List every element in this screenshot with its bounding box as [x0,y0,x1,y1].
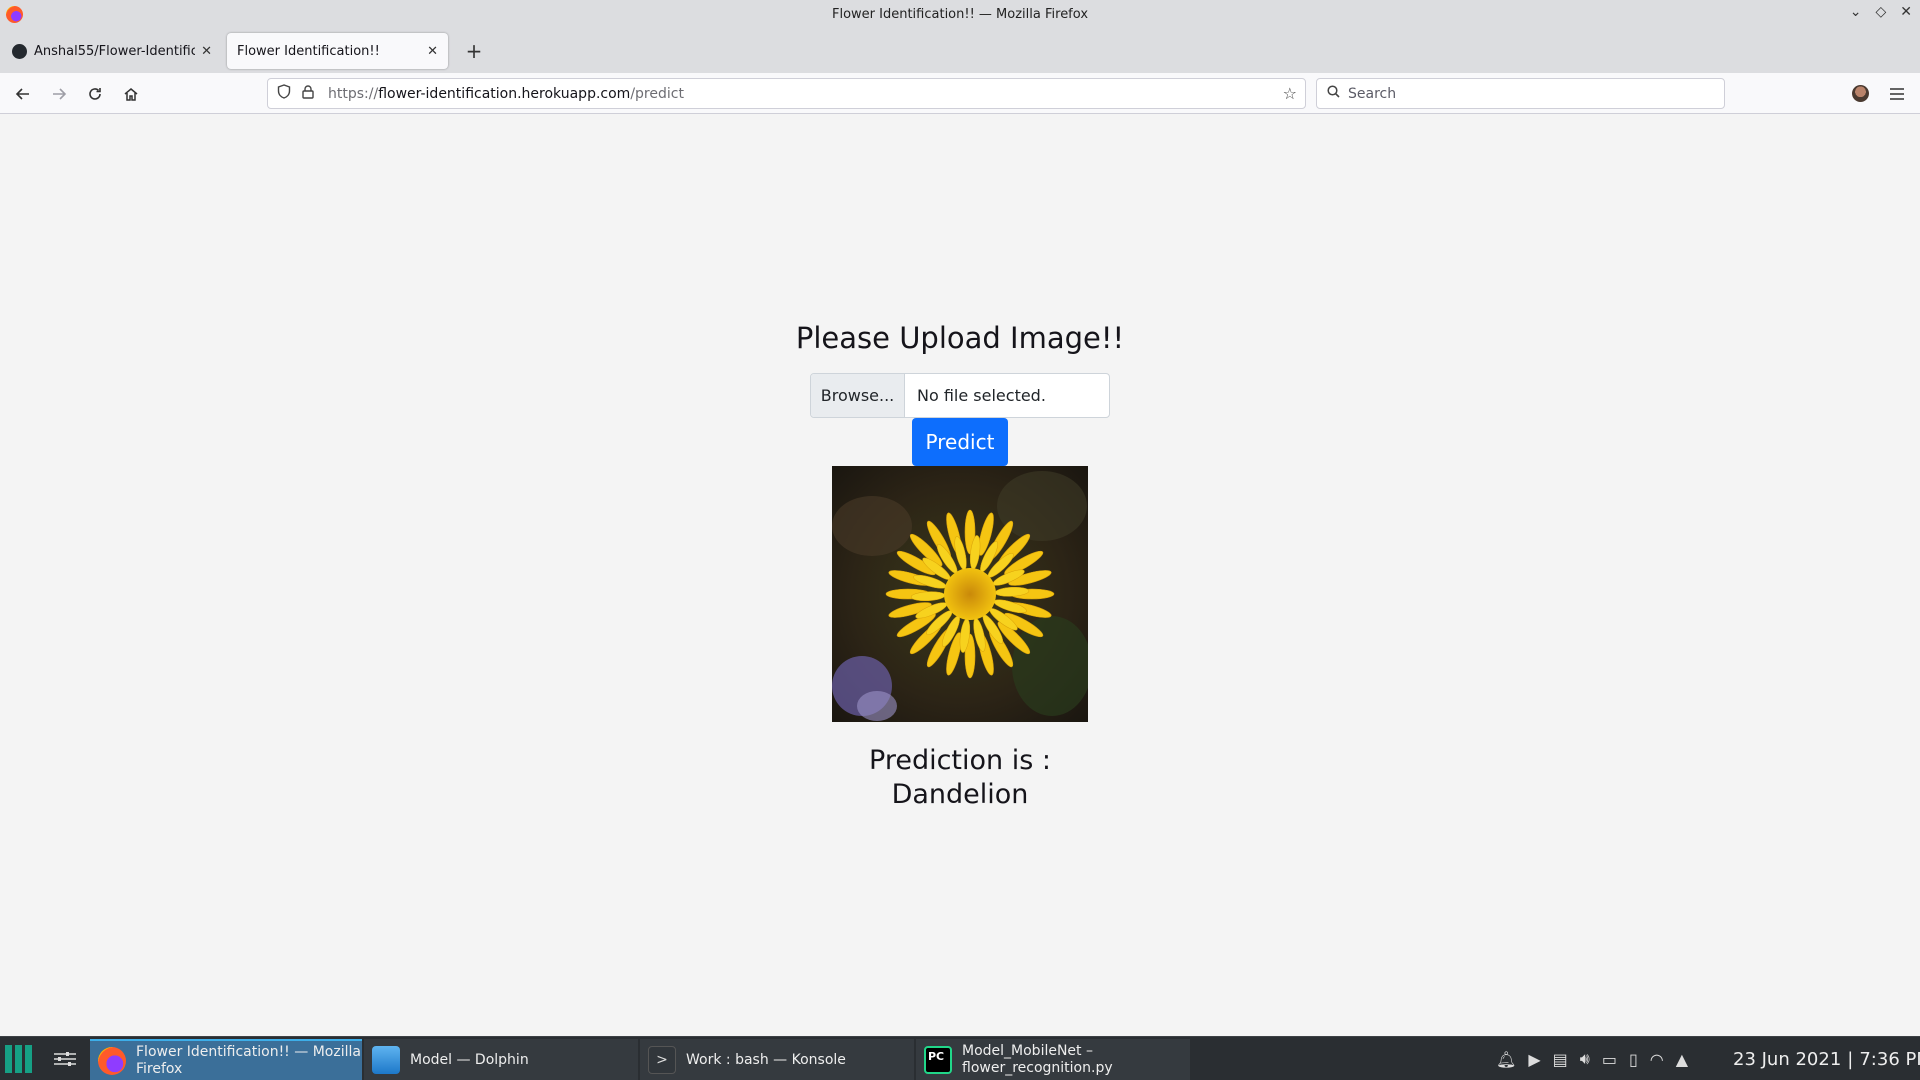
lock-icon[interactable] [300,85,316,102]
volume-icon[interactable]: 🔊︎ [1580,1049,1590,1069]
close-tab-icon[interactable]: ✕ [427,44,438,59]
url-host: flower-identification.herokuapp.com [378,85,631,102]
web-page: Please Upload Image!! Browse... No file … [0,114,1920,1036]
navigation-toolbar: https://flower-identification.herokuapp.… [0,73,1920,114]
tab-flower-identification[interactable]: Flower Identification!! ✕ [227,33,448,69]
window-title: Flower Identification!! — Mozilla Firefo… [831,7,1089,22]
browse-button[interactable]: Browse... [811,374,905,417]
close-window-icon[interactable]: ✕ [1900,4,1912,20]
clock-date: 23 Jun 2021 [1733,1048,1842,1070]
close-tab-icon[interactable]: ✕ [201,44,212,59]
url-protocol: https:// [328,85,379,102]
notifications-icon[interactable]: 🔔︎ [1496,1050,1516,1069]
bookmark-star-icon[interactable]: ☆ [1283,84,1297,103]
prediction-result: Prediction is : Dandelion [0,744,1920,812]
window-controls: ⌄ ◇ ✕ [1850,4,1912,20]
pycharm-icon: PC [924,1046,952,1074]
firefox-icon [98,1047,126,1075]
task-konsole[interactable]: > Work : bash — Konsole [640,1039,914,1080]
system-taskbar: Flower Identification!! — Mozilla Firefo… [0,1036,1920,1080]
sliders-settings-icon[interactable] [52,1048,78,1070]
prediction-value: Dandelion [891,779,1029,810]
account-avatar[interactable] [1852,85,1869,102]
terminal-icon: > [648,1046,676,1074]
tab-label: Flower Identification!! [237,43,380,59]
prediction-label: Prediction is : [869,745,1051,776]
task-label: Work : bash — Konsole [686,1051,846,1068]
home-icon[interactable] [117,80,145,108]
clock-separator: | [1847,1048,1854,1070]
forward-arrow-icon[interactable] [45,80,73,108]
firefox-logo-icon [6,6,23,23]
battery-icon[interactable]: ▭ [1602,1050,1617,1069]
task-firefox[interactable]: Flower Identification!! — Mozilla Firefo… [90,1039,362,1080]
hamburger-menu-icon[interactable] [1884,80,1910,108]
file-status-text: No file selected. [917,386,1046,405]
search-input[interactable]: Search [1316,78,1725,109]
task-label: Flower Identification!! — Mozilla Firefo… [136,1044,361,1077]
new-tab-icon[interactable]: + [460,37,488,65]
tab-strip: Anshal55/Flower-Identification ✕ Flower … [0,29,1920,73]
search-icon [1327,85,1340,102]
tab-github[interactable]: Anshal55/Flower-Identification ✕ [2,33,222,69]
uploaded-flower-image [832,466,1088,722]
predict-button[interactable]: Predict [912,418,1008,466]
clipboard-icon[interactable]: ▤ [1553,1050,1568,1069]
github-icon [12,43,27,59]
reload-icon[interactable] [81,80,109,108]
file-upload-input[interactable]: Browse... No file selected. [810,373,1110,418]
url-path: /predict [630,85,684,102]
minimize-icon[interactable]: ⌄ [1850,4,1862,20]
task-pycharm[interactable]: PC Model_MobileNet – flower_recognition.… [916,1039,1190,1080]
search-placeholder: Search [1348,85,1397,102]
task-dolphin[interactable]: Model — Dolphin [364,1039,638,1080]
folder-icon [372,1046,400,1074]
power-icon[interactable]: ▯ [1629,1050,1638,1069]
page-heading: Please Upload Image!! [795,321,1125,355]
tracking-shield-icon[interactable] [276,84,292,103]
task-label: Model_MobileNet – flower_recognition.py [962,1043,1113,1076]
clock-time: 7:36 PM [1859,1048,1920,1070]
media-player-icon[interactable]: ▶ [1528,1050,1540,1069]
tab-label: Anshal55/Flower-Identification [34,43,196,59]
application-launcher-icon[interactable] [5,1045,33,1073]
maximize-icon[interactable]: ◇ [1875,4,1886,20]
task-label: Model — Dolphin [410,1051,529,1068]
window-titlebar: Flower Identification!! — Mozilla Firefo… [0,0,1920,29]
back-arrow-icon[interactable] [9,80,37,108]
tray-expand-icon[interactable]: ▲ [1676,1050,1688,1069]
wifi-icon[interactable]: ◠ [1650,1050,1664,1069]
clock[interactable]: 23 Jun 2021 | 7:36 PM [1733,1037,1920,1080]
system-tray: 🔔︎ ▶ ▤ 🔊︎ ▭ ▯ ◠ ▲ [1496,1037,1688,1080]
url-text: https://flower-identification.herokuapp.… [328,86,684,102]
url-bar[interactable]: https://flower-identification.herokuapp.… [267,78,1306,109]
